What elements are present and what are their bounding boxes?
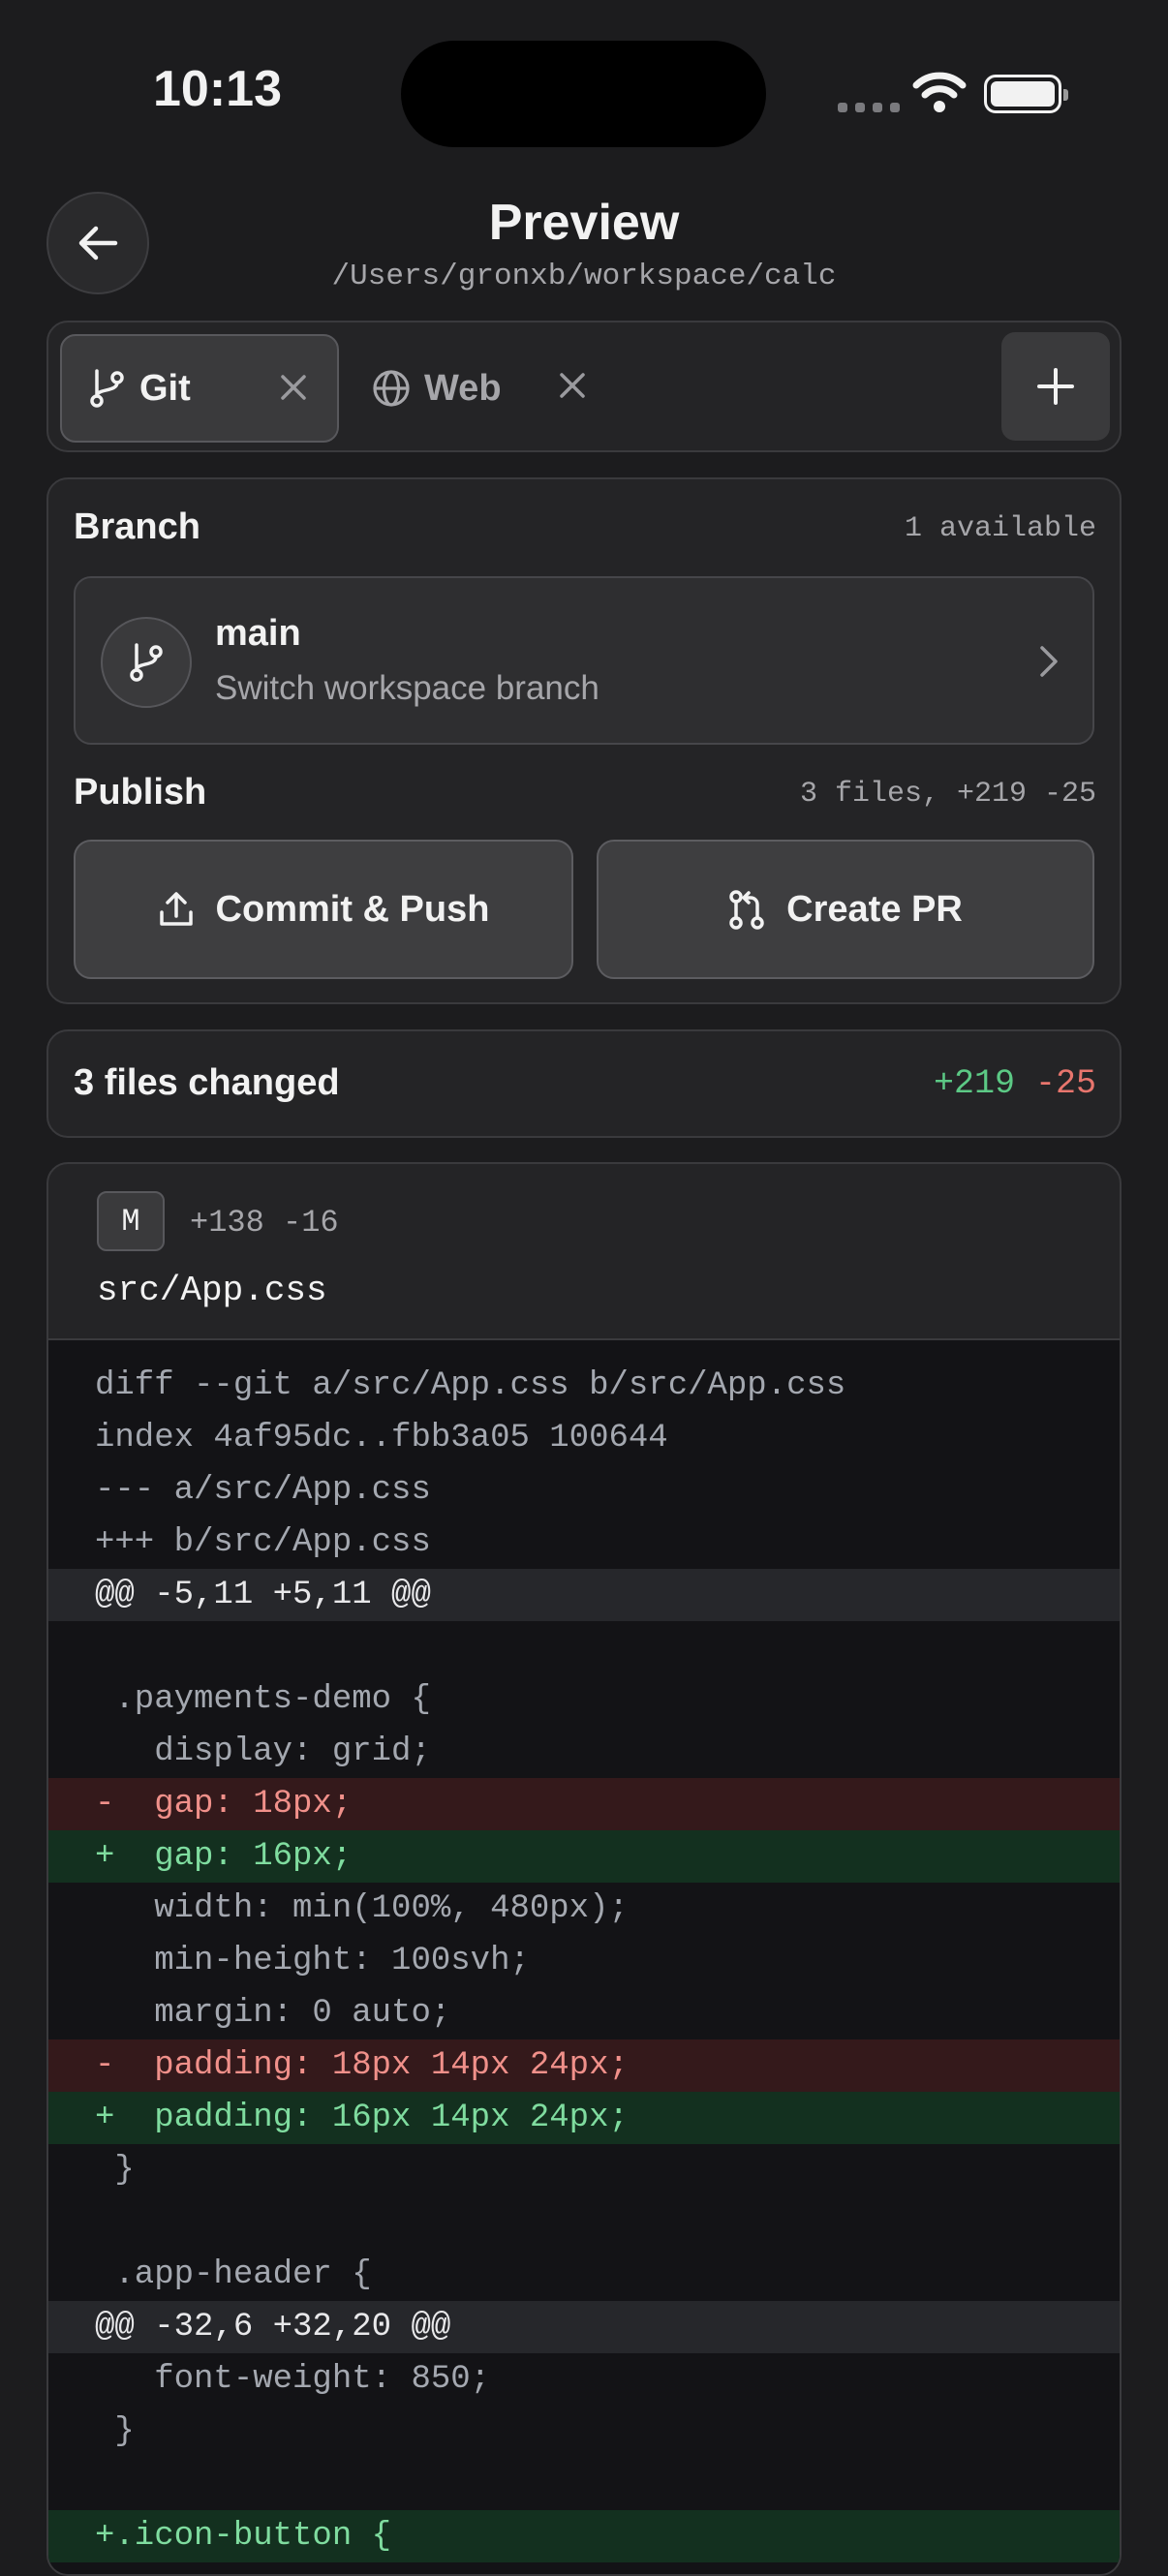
add-tab-button[interactable] — [1001, 332, 1110, 441]
chevron-right-icon — [1040, 646, 1058, 677]
diff-line-add: + gap: 16px; — [48, 1830, 1120, 1883]
diff-line-hunk: @@ -32,6 +32,20 @@ — [48, 2301, 1120, 2353]
diff-line-ctx: display: grid; — [95, 1733, 431, 1770]
diff-line-ctx — [48, 1621, 1120, 1673]
tab-bar: Git Web — [46, 321, 1122, 452]
status-time: 10:13 — [153, 61, 282, 117]
commit-push-label: Commit & Push — [215, 888, 490, 930]
branch-section-title: Branch — [74, 506, 200, 547]
branch-subtitle: Switch workspace branch — [215, 669, 599, 707]
diff-body: diff --git a/src/App.css b/src/App.css in… — [48, 1340, 1120, 2574]
branch-name: main — [215, 613, 301, 654]
diff-line-ctx: width: min(100%, 480px); — [95, 1890, 629, 1927]
diff-line-ctx: } — [95, 2413, 135, 2450]
file-name: src/App.css — [97, 1271, 327, 1310]
publish-section-title: Publish — [74, 772, 207, 813]
page-title: Preview — [488, 195, 680, 251]
diff-line-ctx: } — [95, 2152, 135, 2189]
globe-icon — [372, 369, 411, 408]
diff-line-meta: +++ b/src/App.css — [95, 1524, 431, 1561]
branch-available-count: 1 available — [904, 512, 1096, 545]
diff-line-del: - padding: 18px 14px 24px; — [48, 2039, 1120, 2092]
diff-line-hunk: @@ -5,11 +5,11 @@ — [48, 1569, 1120, 1621]
upload-icon — [159, 892, 193, 926]
battery-icon — [984, 75, 1068, 113]
diff-line-ctx: .app-header { — [95, 2256, 372, 2293]
wifi-icon — [912, 72, 967, 112]
plus-icon — [1037, 368, 1074, 405]
git-actions-card: Branch 1 available main Switch workspace… — [46, 477, 1122, 1004]
branch-selector[interactable]: main Switch workspace branch — [74, 576, 1094, 745]
workspace-path: /Users/gronxb/workspace/calc — [331, 260, 837, 293]
git-branch-icon — [89, 369, 126, 408]
publish-summary: 3 files, +219 -25 — [799, 778, 1096, 811]
create-pr-label: Create PR — [786, 888, 963, 930]
tab-web[interactable]: Web — [345, 334, 606, 443]
git-branch-icon — [130, 643, 163, 682]
diff-file-header[interactable]: M +138 -16 src/App.css — [48, 1164, 1120, 1340]
deletions-count: -25 — [1034, 1064, 1096, 1103]
files-changed-summary: 3 files changed +219 -25 — [46, 1029, 1122, 1138]
create-pr-button[interactable]: Create PR — [597, 840, 1094, 979]
tab-git[interactable]: Git — [60, 334, 339, 443]
diff-line-ctx: min-height: 100svh; — [95, 1943, 530, 1979]
diff-line-add: + padding: 16px 14px 24px; — [48, 2092, 1120, 2144]
diff-line-ctx: margin: 0 auto; — [95, 1995, 451, 2032]
diff-line-ctx: font-weight: 850; — [95, 2361, 491, 2398]
diff-file-card: M +138 -16 src/App.css diff --git a/src/… — [46, 1162, 1122, 2576]
diff-line-meta: --- a/src/App.css — [95, 1472, 431, 1509]
diff-line-ctx — [48, 2458, 1120, 2510]
dynamic-island — [401, 41, 766, 147]
close-tab-git-icon[interactable] — [279, 373, 308, 402]
cellular-signal-icon — [838, 103, 900, 112]
file-status-badge: M — [97, 1191, 165, 1251]
commit-push-button[interactable]: Commit & Push — [74, 840, 573, 979]
files-changed-stats: +219 -25 — [934, 1064, 1096, 1103]
tab-git-label: Git — [139, 367, 191, 409]
pull-request-icon — [729, 890, 764, 930]
tab-web-label: Web — [424, 367, 502, 409]
additions-count: +219 — [933, 1064, 1015, 1103]
diff-line-add: +.icon-button { — [48, 2510, 1120, 2562]
close-tab-web-icon[interactable] — [558, 371, 587, 400]
diff-line-meta: index 4af95dc..fbb3a05 100644 — [95, 1420, 668, 1457]
file-stats: +138 -16 — [190, 1205, 339, 1241]
files-changed-title: 3 files changed — [74, 1062, 340, 1103]
diff-line-del: - gap: 18px; — [48, 1778, 1120, 1830]
diff-line-ctx — [48, 2196, 1120, 2249]
diff-line-ctx: .payments-demo { — [95, 1681, 431, 1718]
branch-avatar — [101, 617, 192, 708]
diff-line-meta: diff --git a/src/App.css b/src/App.css — [95, 1367, 846, 1404]
